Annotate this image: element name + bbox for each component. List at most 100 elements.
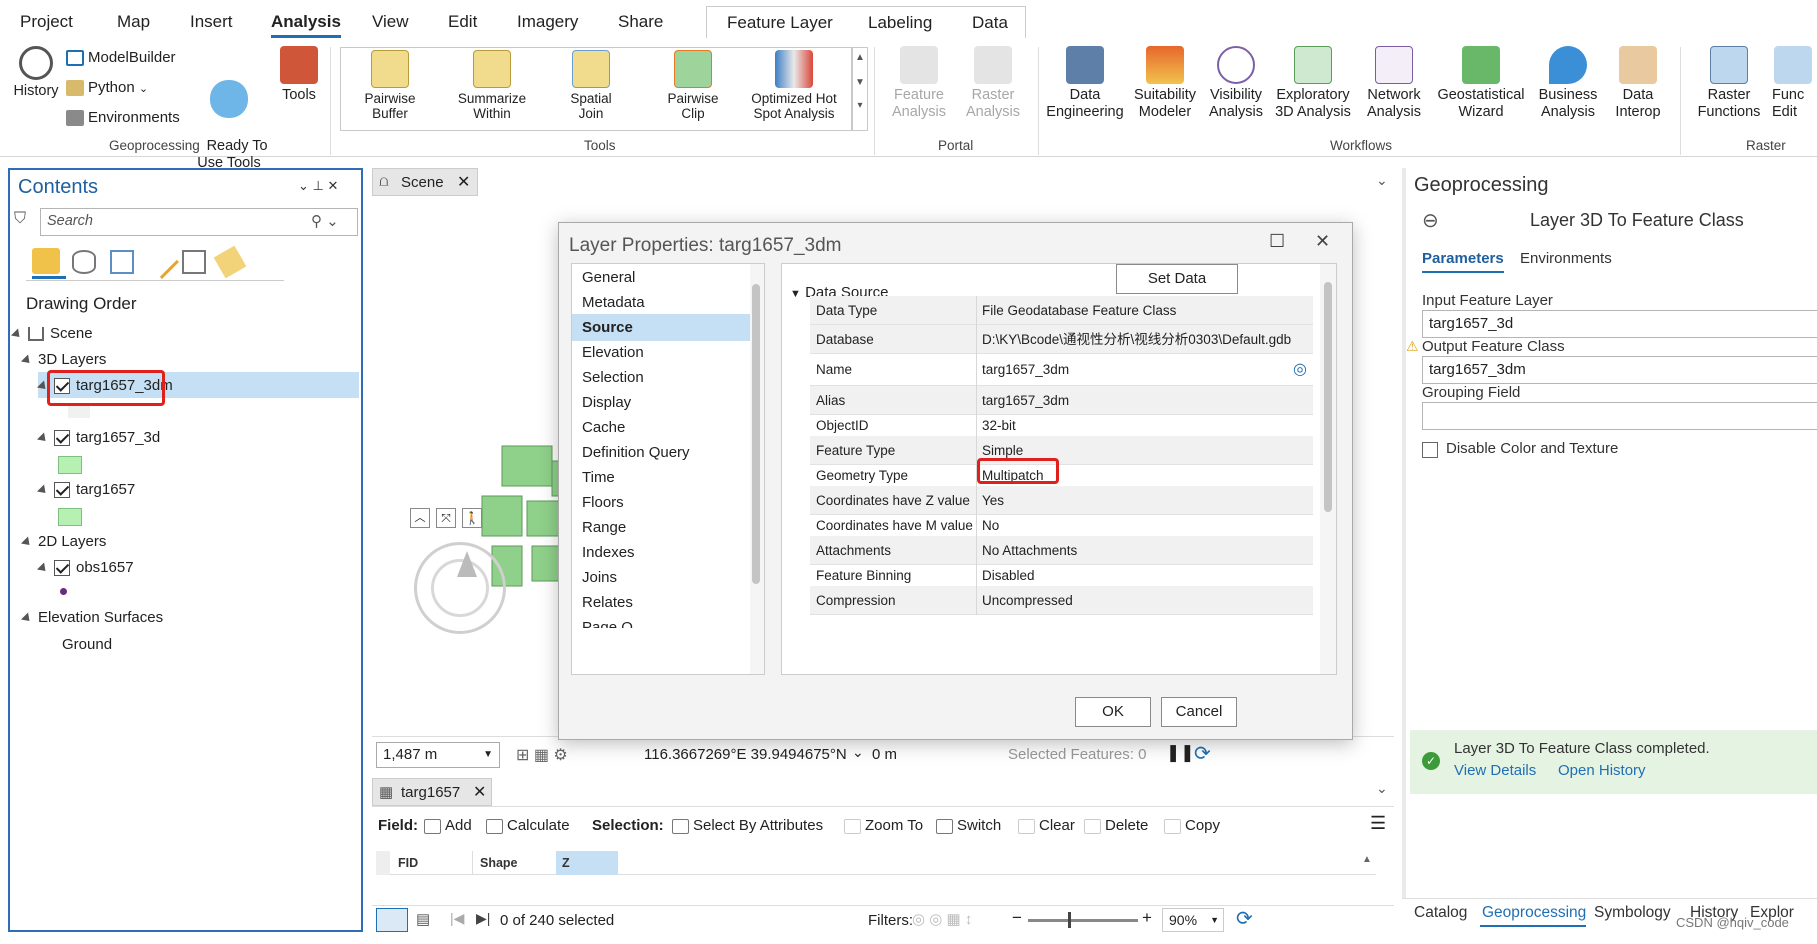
- tab-data[interactable]: Data: [972, 13, 1008, 33]
- tab-analysis[interactable]: Analysis: [271, 12, 341, 38]
- nav-relates[interactable]: Relates: [572, 589, 750, 616]
- show-all-records-button[interactable]: [376, 908, 408, 932]
- layer-visibility-checkbox[interactable]: [54, 560, 70, 577]
- disable-color-checkbox[interactable]: [1422, 442, 1438, 458]
- close-icon[interactable]: ✕: [457, 172, 470, 192]
- pane-menu-icon[interactable]: ⌄ ⊥ ✕: [298, 178, 338, 194]
- gallery-scroll[interactable]: ▲ ▼ ▾: [852, 47, 868, 131]
- point-symbol[interactable]: [60, 588, 67, 595]
- scroll-up-icon[interactable]: ▲: [1362, 854, 1372, 865]
- python-button[interactable]: Python ⌄: [66, 79, 148, 97]
- hot-spot-analysis-button[interactable]: Optimized Hot Spot Analysis: [744, 50, 844, 121]
- close-icon[interactable]: ✕: [1315, 231, 1330, 252]
- copy-button[interactable]: Copy: [1164, 817, 1220, 834]
- data-interop-button[interactable]: Data Interop: [1608, 46, 1668, 121]
- output-feature-class-field[interactable]: targ1657_3dm: [1422, 356, 1817, 384]
- nav-scrollbar[interactable]: [750, 264, 764, 674]
- column-header-shape[interactable]: Shape: [480, 856, 518, 870]
- tree-group-3d-layers[interactable]: 3D Layers: [20, 351, 106, 368]
- map-tools-icons[interactable]: ⊞ ▦ ⚙: [516, 745, 568, 765]
- tree-item-ground[interactable]: Ground: [62, 636, 112, 653]
- layer-symbol-swatch[interactable]: [58, 456, 82, 474]
- tab-feature-layer[interactable]: Feature Layer: [727, 13, 833, 33]
- tab-imagery[interactable]: Imagery: [517, 12, 578, 32]
- input-feature-layer-field[interactable]: targ1657_3d: [1422, 310, 1817, 338]
- close-icon[interactable]: ✕: [473, 782, 486, 802]
- network-analysis-button[interactable]: Network Analysis: [1360, 46, 1428, 121]
- delete-button[interactable]: Delete: [1084, 817, 1148, 834]
- tools-button[interactable]: Tools: [272, 46, 326, 104]
- nav-page-query[interactable]: Page Q: [572, 614, 750, 628]
- zoom-slider-thumb[interactable]: [1068, 912, 1071, 928]
- nav-source[interactable]: Source: [572, 314, 750, 341]
- tab-map[interactable]: Map: [117, 12, 150, 32]
- zoom-out-icon[interactable]: −: [1012, 908, 1022, 928]
- source-scrollbar[interactable]: [1320, 264, 1336, 674]
- selected-features-count[interactable]: Selected Features: 0: [1008, 746, 1146, 763]
- collapse-icon[interactable]: [20, 354, 34, 367]
- pause-icon[interactable]: ❚❚: [1166, 743, 1195, 763]
- last-record-icon[interactable]: ▶|: [476, 910, 490, 927]
- list-by-drawing-order-icon[interactable]: [32, 248, 60, 274]
- collapse-icon[interactable]: [20, 612, 34, 625]
- list-by-data-source-icon[interactable]: [72, 250, 96, 274]
- tree-item-layer-targ1657-3d[interactable]: targ1657_3d: [36, 429, 160, 447]
- zoom-to-button[interactable]: Zoom To: [844, 817, 923, 834]
- tab-view[interactable]: View: [372, 12, 409, 32]
- tab-insert[interactable]: Insert: [190, 12, 233, 32]
- walk-icon[interactable]: 🚶: [462, 508, 482, 528]
- business-analysis-button[interactable]: Business Analysis: [1534, 46, 1602, 121]
- open-history-link[interactable]: Open History: [1558, 762, 1646, 779]
- zoom-level-dropdown[interactable]: 90% ▼: [1162, 908, 1224, 932]
- tab-parameters[interactable]: Parameters: [1422, 250, 1504, 267]
- nav-elevation[interactable]: Elevation: [572, 339, 750, 366]
- environments-button[interactable]: Environments: [66, 109, 180, 127]
- cancel-button[interactable]: Cancel: [1161, 697, 1237, 727]
- row-selector-header[interactable]: [376, 851, 390, 875]
- select-by-attributes-button[interactable]: Select By Attributes: [672, 817, 823, 834]
- collapse-icon[interactable]: [36, 432, 50, 445]
- name-edit-icon[interactable]: ◎: [1293, 354, 1307, 386]
- back-icon[interactable]: ⊖: [1422, 208, 1439, 233]
- grouping-field-input[interactable]: [1422, 402, 1817, 430]
- scroll-thumb[interactable]: [1324, 282, 1332, 512]
- layer-visibility-checkbox[interactable]: [54, 482, 70, 499]
- navigator-up-button[interactable]: ︿: [410, 508, 430, 528]
- ok-button[interactable]: OK: [1075, 697, 1151, 727]
- spatial-join-button[interactable]: Spatial Join: [556, 50, 626, 121]
- tab-symbology[interactable]: Symbology: [1594, 904, 1671, 922]
- column-header-fid[interactable]: FID: [398, 856, 418, 870]
- refresh-icon[interactable]: ⟳: [1236, 906, 1253, 931]
- tab-catalog[interactable]: Catalog: [1414, 904, 1467, 922]
- summarize-within-button[interactable]: Summarize Within: [450, 50, 534, 121]
- table-menu-icon[interactable]: ☰: [1370, 813, 1386, 834]
- pane-splitter[interactable]: [1402, 168, 1406, 938]
- clear-selection-button[interactable]: Clear: [1018, 817, 1075, 834]
- column-header-z[interactable]: Z: [562, 856, 570, 870]
- tree-group-2d-layers[interactable]: 2D Layers: [20, 533, 106, 550]
- history-button[interactable]: History: [8, 46, 64, 100]
- zoom-in-icon[interactable]: +: [1142, 908, 1152, 928]
- contents-search-input[interactable]: Search ⚲ ⌄: [40, 208, 358, 236]
- navigator-compass[interactable]: [414, 542, 506, 634]
- calculate-field-button[interactable]: Calculate: [486, 817, 570, 834]
- nav-floors[interactable]: Floors: [572, 489, 750, 516]
- collapse-icon[interactable]: [36, 484, 50, 497]
- tab-geoprocessing[interactable]: Geoprocessing: [1482, 904, 1586, 922]
- tab-project[interactable]: Project: [20, 12, 73, 32]
- show-selected-records-button[interactable]: ▤: [416, 910, 430, 928]
- list-by-selection-icon[interactable]: [110, 250, 134, 274]
- modelbuilder-button[interactable]: ModelBuilder: [66, 49, 176, 67]
- tab-attribute-table[interactable]: ▦ targ1657 ✕: [372, 778, 492, 806]
- exploratory-3d-analysis-button[interactable]: Exploratory 3D Analysis: [1270, 46, 1356, 121]
- search-icon[interactable]: ⚲ ⌄: [311, 212, 339, 230]
- collapse-icon[interactable]: [10, 328, 24, 341]
- list-by-labeling-icon[interactable]: [213, 245, 247, 279]
- tree-item-layer-obs1657[interactable]: obs1657: [36, 559, 134, 577]
- nav-definition-query[interactable]: Definition Query: [572, 439, 750, 466]
- pairwise-buffer-button[interactable]: Pairwise Buffer: [350, 50, 430, 121]
- tree-item-layer-targ1657[interactable]: targ1657: [36, 481, 135, 499]
- first-record-icon[interactable]: |◀: [450, 910, 464, 927]
- raster-functions-button[interactable]: Raster Functions: [1688, 46, 1770, 121]
- nav-cache[interactable]: Cache: [572, 414, 750, 441]
